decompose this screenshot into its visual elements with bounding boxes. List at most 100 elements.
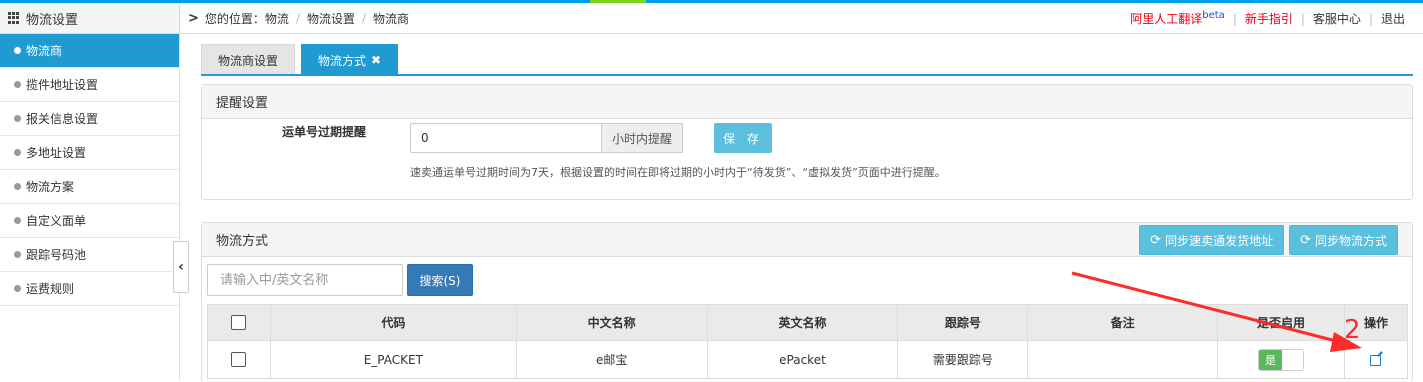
column-header: 是否启用 [1217, 304, 1345, 341]
column-header: 英文名称 [706, 304, 899, 341]
divider: | [1232, 11, 1237, 26]
column-header: 备注 [1027, 304, 1219, 341]
table-row: E_PACKET e邮宝 ePacket 需要跟踪号 是 [207, 340, 1409, 379]
breadcrumb-item: 物流商 [373, 11, 410, 26]
toggle-knob [1282, 349, 1304, 370]
breadcrumb-prefix: 您的位置： [204, 11, 265, 26]
sync-address-button[interactable]: ⟳ 同步速卖通发货地址 [1139, 225, 1285, 255]
bullet-icon [14, 251, 21, 258]
enabled-toggle[interactable]: 是 [1258, 348, 1305, 371]
breadcrumb-item[interactable]: 物流 [265, 10, 289, 27]
enabled-cell: 是 [1217, 340, 1345, 379]
bullet-icon [14, 285, 21, 292]
search-input[interactable] [207, 264, 403, 296]
bullet-icon [14, 149, 21, 156]
sidebar-item-custom-label[interactable]: 自定义面单 [0, 204, 179, 238]
tracking-cell: 需要跟踪号 [897, 340, 1029, 379]
tab-label: 物流商设置 [218, 53, 279, 68]
sidebar-item-label: 揽件地址设置 [26, 78, 99, 92]
chevron-right-icon: > [188, 10, 199, 26]
row-checkbox[interactable] [231, 352, 247, 367]
divider: | [1300, 11, 1305, 26]
expiry-reminder-label: 运单号过期提醒 [282, 125, 367, 139]
translate-link-label: 阿里人工翻译 [1130, 12, 1203, 26]
sidebar-item-pickup-address[interactable]: 揽件地址设置 [0, 68, 179, 102]
refresh-icon: ⟳ [1150, 232, 1162, 248]
sidebar-item-label: 物流商 [26, 44, 63, 58]
column-header: 代码 [269, 304, 517, 341]
column-header: 中文名称 [515, 304, 708, 341]
expiry-hours-group: 小时内提醒 [410, 123, 684, 153]
select-all-checkbox[interactable] [231, 315, 247, 330]
grid-menu-icon [8, 12, 20, 24]
sidebar-item-label: 运费规则 [26, 282, 75, 296]
sidebar-header: 物流设置 [0, 3, 179, 34]
logout-link[interactable]: 退出 [1381, 10, 1405, 27]
beta-badge: beta [1202, 10, 1225, 21]
note-cell [1027, 340, 1219, 379]
sidebar-item-freight-rules[interactable]: 运费规则 [0, 272, 179, 306]
logistics-methods-table: 代码 中文名称 英文名称 跟踪号 备注 是否启用 操作 E_PACKET e邮宝… [207, 304, 1409, 379]
bullet-icon [14, 217, 21, 224]
expiry-hint: 速卖通运单号过期时间为7天，根据设置的时间在即将过期的小时内于“待发货”、“虚拟… [410, 166, 946, 179]
search-button[interactable]: 搜索(S) [407, 264, 473, 296]
service-link[interactable]: 客服中心 [1313, 10, 1361, 27]
sidebar-item-label: 报关信息设置 [26, 112, 99, 126]
en-name-cell: ePacket [706, 340, 899, 379]
top-bar: > 您的位置： 物流 / 物流设置 / 物流商 阿里人工翻译beta | 新手指… [180, 3, 1423, 34]
tab-underline [201, 74, 1413, 76]
tab-logistics-methods[interactable]: 物流方式 ✖ [301, 44, 399, 75]
breadcrumb-separator: / [295, 11, 300, 25]
tab-bar: 物流商设置 物流方式 ✖ [201, 44, 404, 75]
tab-label: 物流方式 [318, 53, 367, 68]
divider: | [1368, 11, 1373, 26]
bullet-icon [14, 183, 21, 190]
search-row: 搜索(S) [207, 264, 473, 296]
breadcrumb: > 您的位置： 物流 / 物流设置 / 物流商 [180, 10, 409, 27]
action-cell [1343, 340, 1409, 379]
expiry-hours-input[interactable] [410, 123, 602, 153]
hours-addon: 小时内提醒 [602, 123, 684, 153]
sidebar-item-logistics-provider[interactable]: 物流商 [0, 34, 179, 68]
sidebar-item-logistics-plan[interactable]: 物流方案 [0, 170, 179, 204]
sidebar-item-label: 物流方案 [26, 180, 75, 194]
sidebar: 物流设置 物流商 揽件地址设置 报关信息设置 多地址设置 物流方案 自定义面单 … [0, 3, 180, 380]
sync-buttons: ⟳ 同步速卖通发货地址 ⟳ 同步物流方式 [1134, 225, 1398, 255]
logistics-methods-panel: 物流方式 ⟳同步速卖通发货地址 ⟳同步物流方式 搜索(S) 代码 中文名称 英文… [201, 222, 1413, 382]
sync-methods-label: 同步物流方式 [1314, 233, 1387, 248]
chevron-left-icon: ‹ [178, 259, 184, 275]
sidebar-item-multi-address[interactable]: 多地址设置 [0, 136, 179, 170]
code-cell: E_PACKET [269, 340, 517, 379]
sidebar-item-label: 多地址设置 [26, 146, 87, 160]
sidebar-item-label: 自定义面单 [26, 214, 87, 228]
bullet-icon [14, 47, 21, 54]
bullet-icon [14, 115, 21, 122]
sync-address-label: 同步速卖通发货地址 [1165, 233, 1274, 248]
cn-name-cell: e邮宝 [515, 340, 708, 379]
column-header: 跟踪号 [897, 304, 1029, 341]
row-select-cell [207, 340, 271, 379]
breadcrumb-separator: / [362, 11, 367, 25]
reminder-panel-title: 提醒设置 [202, 85, 1412, 119]
sidebar-collapse-button[interactable]: ‹ [173, 241, 189, 293]
sidebar-title: 物流设置 [26, 12, 79, 28]
toggle-on-label: 是 [1259, 349, 1283, 370]
select-all-cell [207, 304, 271, 341]
breadcrumb-item[interactable]: 物流设置 [307, 10, 355, 27]
save-button[interactable]: 保 存 [714, 123, 772, 153]
edit-icon[interactable] [1370, 354, 1382, 366]
tab-logistics-provider-settings[interactable]: 物流商设置 [201, 44, 296, 75]
sidebar-item-tracking-pool[interactable]: 跟踪号码池 [0, 238, 179, 272]
close-icon[interactable]: ✖ [371, 53, 381, 67]
table-header-row: 代码 中文名称 英文名称 跟踪号 备注 是否启用 操作 [207, 304, 1409, 341]
column-header: 操作 [1343, 304, 1409, 341]
sidebar-item-customs-info[interactable]: 报关信息设置 [0, 102, 179, 136]
sidebar-item-label: 跟踪号码池 [26, 248, 87, 262]
translate-link[interactable]: 阿里人工翻译beta [1130, 10, 1225, 27]
sync-methods-button[interactable]: ⟳ 同步物流方式 [1289, 225, 1398, 255]
bullet-icon [14, 81, 21, 88]
guide-link[interactable]: 新手指引 [1245, 10, 1293, 27]
reminder-panel: 提醒设置 运单号过期提醒 小时内提醒 保 存 速卖通运单号过期时间为7天，根据设… [201, 84, 1413, 200]
refresh-icon: ⟳ [1300, 232, 1311, 248]
top-links: 阿里人工翻译beta | 新手指引 | 客服中心 | 退出 [1130, 3, 1405, 34]
